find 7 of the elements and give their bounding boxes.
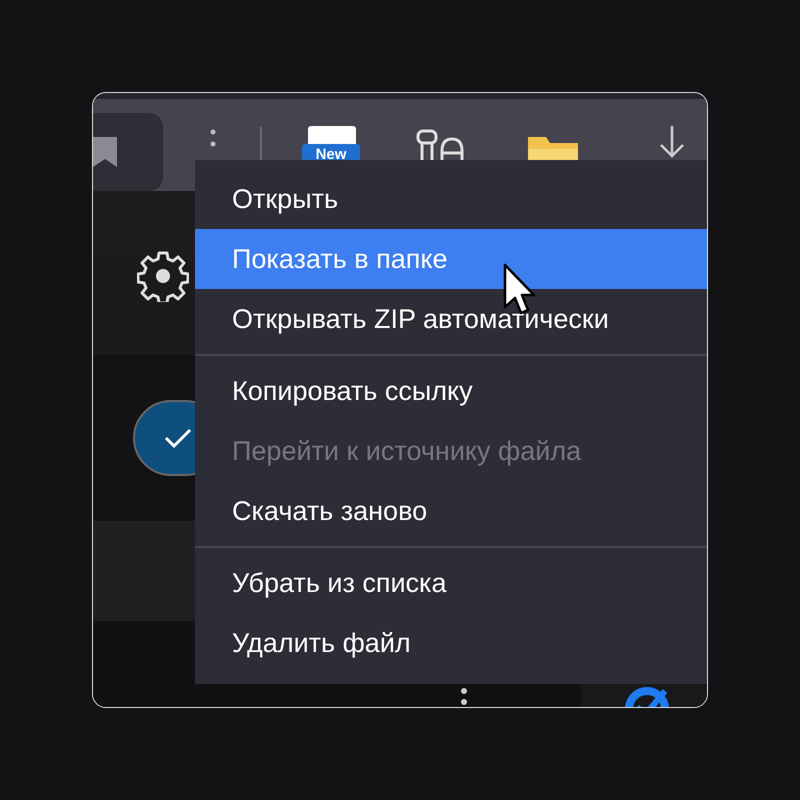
menu-item[interactable]: Скачать заново <box>195 481 707 541</box>
menu-item[interactable]: Показать в папке <box>195 229 707 289</box>
menu-item[interactable]: Открыть <box>195 169 707 229</box>
menu-item[interactable]: Удалить файл <box>195 613 707 673</box>
menu-item[interactable]: Копировать ссылку <box>195 361 707 421</box>
menu-item[interactable]: Открывать ZIP автоматически <box>195 289 707 349</box>
menu-item[interactable]: Убрать из списка <box>195 553 707 613</box>
